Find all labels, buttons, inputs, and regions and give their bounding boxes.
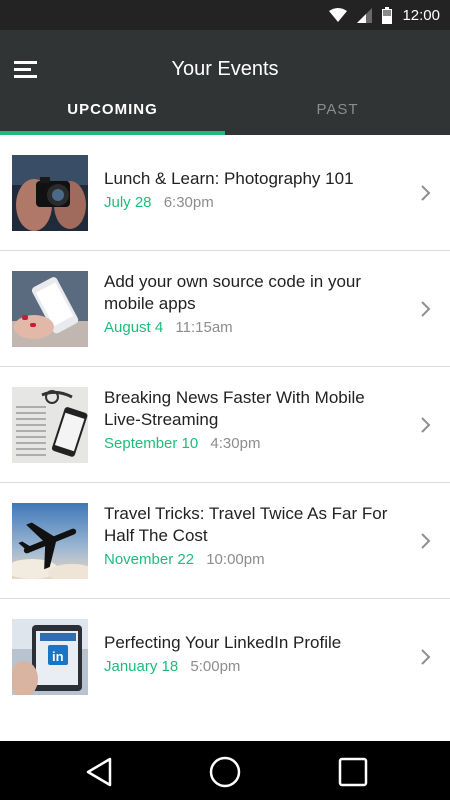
event-list-item[interactable]: Add your own source code in your mobile … [0, 251, 450, 367]
event-thumbnail-airplane [12, 503, 88, 579]
event-text: Lunch & Learn: Photography 101 July 28 6… [104, 168, 400, 211]
event-time: 11:15am [175, 319, 233, 336]
event-title: Lunch & Learn: Photography 101 [104, 169, 354, 188]
tab-past[interactable]: PAST [225, 94, 450, 135]
event-list: Lunch & Learn: Photography 101 July 28 6… [0, 135, 450, 715]
event-meta: September 10 4:30pm [104, 435, 400, 452]
event-date: January 18 [104, 658, 179, 675]
event-title: Perfecting Your LinkedIn Profile [104, 633, 342, 652]
event-thumbnail-phone [12, 271, 88, 347]
event-text: Breaking News Faster With Mobile Live-St… [104, 387, 400, 452]
event-text: Add your own source code in your mobile … [104, 271, 400, 336]
chevron-right-icon [421, 416, 431, 433]
signal-icon [357, 7, 373, 23]
recents-icon[interactable] [336, 755, 370, 789]
event-thumbnail-newspaper [12, 387, 88, 463]
event-text: Perfecting Your LinkedIn Profile January… [104, 632, 400, 675]
event-text: Travel Tricks: Travel Twice As Far For H… [104, 503, 400, 568]
page-title: Your Events [171, 58, 279, 80]
event-meta: January 18 5:00pm [104, 658, 400, 675]
event-time: 6:30pm [163, 194, 214, 211]
event-date: July 28 [104, 194, 152, 211]
battery-icon [382, 6, 393, 24]
tab-upcoming[interactable]: UPCOMING [0, 94, 225, 135]
chevron-right-icon [421, 184, 431, 201]
wifi-icon [329, 8, 348, 22]
event-time: 10:00pm [206, 551, 265, 568]
event-meta: August 4 11:15am [104, 319, 400, 336]
event-thumbnail-linkedin: in [12, 619, 88, 695]
event-date: November 22 [104, 551, 195, 568]
status-time: 12:00 [402, 6, 440, 24]
app-bar: Your Events UPCOMING PAST [0, 30, 450, 135]
event-date: September 10 [104, 435, 199, 452]
event-meta: November 22 10:00pm [104, 551, 400, 568]
chevron-right-icon [421, 300, 431, 317]
event-time: 5:00pm [190, 658, 241, 675]
event-list-item[interactable]: Lunch & Learn: Photography 101 July 28 6… [0, 135, 450, 251]
event-title: Travel Tricks: Travel Twice As Far For H… [104, 504, 388, 545]
status-icons: 12:00 [329, 0, 440, 30]
event-date: August 4 [104, 319, 164, 336]
event-thumbnail-camera [12, 155, 88, 231]
event-list-item[interactable]: Breaking News Faster With Mobile Live-St… [0, 367, 450, 483]
event-time: 4:30pm [210, 435, 261, 452]
event-title: Add your own source code in your mobile … [104, 272, 362, 313]
event-list-item[interactable]: Travel Tricks: Travel Twice As Far For H… [0, 483, 450, 599]
system-nav-bar [0, 741, 450, 800]
event-list-item[interactable]: in Perfecting Your LinkedIn Profile Janu… [0, 599, 450, 715]
event-meta: July 28 6:30pm [104, 194, 400, 211]
back-icon[interactable] [82, 755, 116, 789]
chevron-right-icon [421, 649, 431, 665]
chevron-right-icon [421, 532, 431, 549]
tab-bar: UPCOMING PAST [0, 94, 450, 135]
home-icon[interactable] [208, 755, 242, 789]
event-title: Breaking News Faster With Mobile Live-St… [104, 388, 365, 429]
status-bar: 12:00 [0, 0, 450, 30]
svg-text:in: in [52, 649, 64, 664]
